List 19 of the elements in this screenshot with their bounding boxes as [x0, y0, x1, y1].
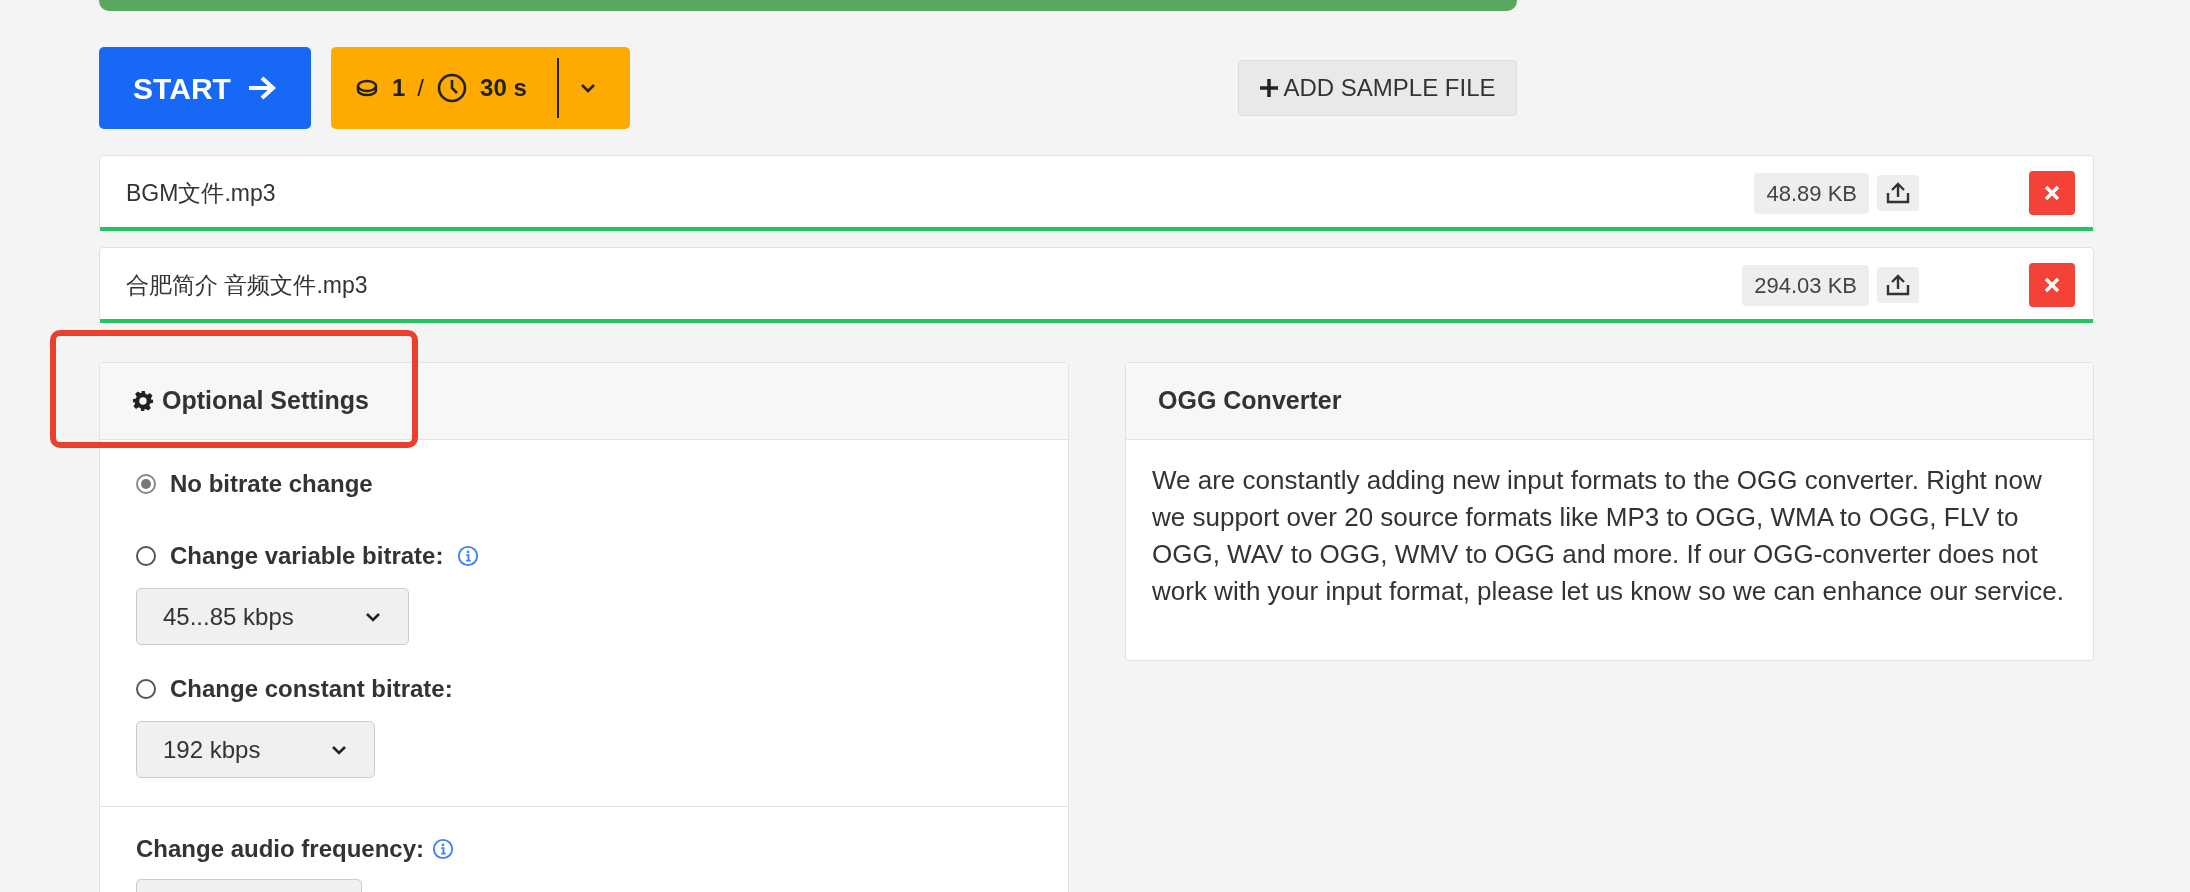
- credits-button[interactable]: 1 / 30 s: [331, 47, 630, 129]
- coin-count: 1: [392, 73, 406, 103]
- bitrate-select[interactable]: 192 kbps: [136, 721, 376, 778]
- add-sample-button[interactable]: ADD SAMPLE FILE: [1238, 60, 1517, 116]
- option-label: Change variable bitrate:: [170, 541, 444, 571]
- file-name: 合肥简介 音频文件.mp3: [126, 270, 368, 300]
- option-label: Change audio frequency:: [136, 834, 425, 864]
- panel-title: Optional Settings: [162, 385, 369, 417]
- time-limit: 30 s: [480, 73, 527, 103]
- bitrate-select[interactable]: 45...85 kbps: [136, 588, 409, 645]
- start-button[interactable]: START: [99, 47, 311, 129]
- description-text: We are constantly adding new input formats to the OGG converter. Right now we support over 20 source formats like MP3 to OGG, WMA to OGG, FLV to OGG, WAV to OGG, WMV to OGG and more. If our OGG-converter does not work with your input format, please let us know so we can enhance our service.: [1151, 464, 2065, 608]
- separator-text: /: [417, 73, 425, 103]
- file-size: 48.89 KB: [1754, 172, 1869, 214]
- panel-title: OGG Converter: [1158, 385, 1342, 417]
- option-label: No bitrate change: [170, 469, 373, 499]
- file-size: 294.03 KB: [1742, 264, 1869, 306]
- option-label: Change constant bitrate:: [170, 674, 453, 704]
- file-name: BGM文件.mp3: [126, 178, 276, 208]
